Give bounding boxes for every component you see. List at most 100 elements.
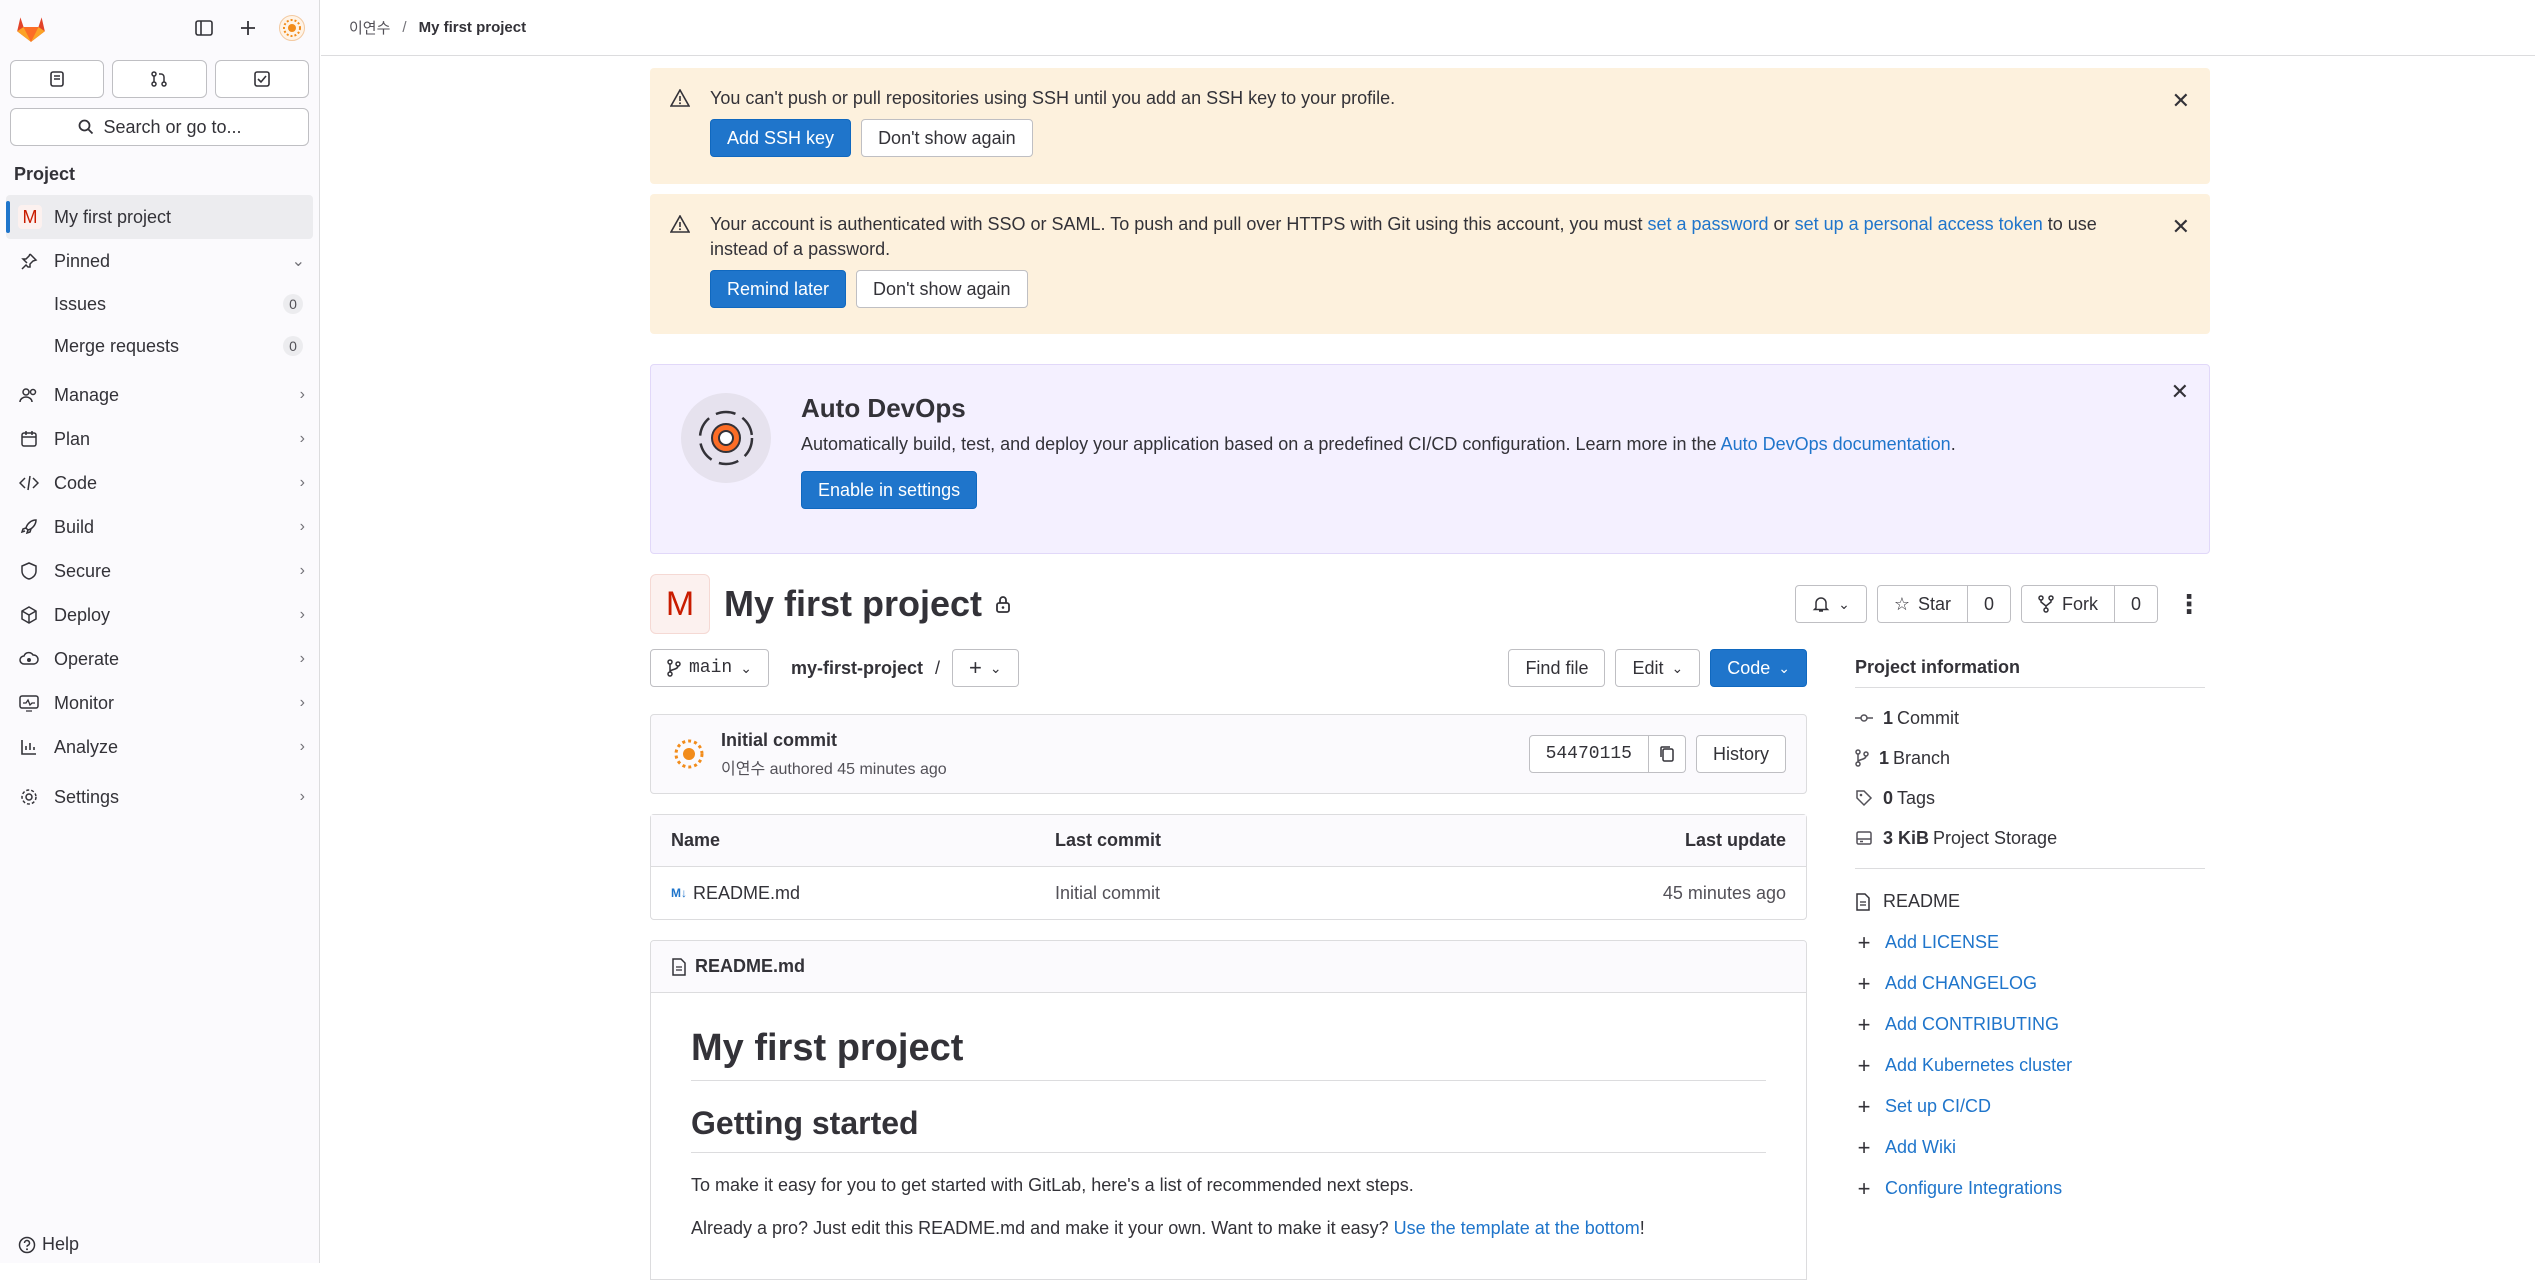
search-button[interactable]: Search or go to... <box>10 108 309 146</box>
breadcrumb-project[interactable]: My first project <box>419 19 527 36</box>
add-contributing-link[interactable]: + Add CONTRIBUTING <box>1855 1004 2205 1045</box>
table-row[interactable]: M↓ README.md Initial commit 45 minutes a… <box>651 867 1806 919</box>
remind-later-button[interactable]: Remind later <box>710 270 847 308</box>
deploy-icon <box>18 604 40 626</box>
repo-path-link[interactable]: my-first-project <box>791 658 923 679</box>
star-count[interactable]: 0 <box>1967 585 2011 623</box>
configure-integrations-link[interactable]: + Configure Integrations <box>1855 1168 2205 1209</box>
add-wiki-link[interactable]: + Add Wiki <box>1855 1127 2205 1168</box>
user-avatar[interactable] <box>279 15 305 41</box>
commit-author-link[interactable]: 이연수 <box>721 761 765 778</box>
devops-text-part: Automatically build, test, and deploy yo… <box>801 434 1721 454</box>
sidebar-item-operate[interactable]: Operate › <box>0 637 319 681</box>
set-password-link[interactable]: set a password <box>1647 214 1768 234</box>
readme-file-link[interactable]: README.md <box>695 956 805 977</box>
sidebar-item-label: Secure <box>54 560 112 581</box>
sidebar-item-code[interactable]: Code › <box>0 461 319 505</box>
sidebar-item-analyze[interactable]: Analyze › <box>0 725 319 769</box>
search-label: Search or go to... <box>103 116 242 137</box>
sidebar-item-merge-requests[interactable]: Merge requests 0 <box>0 325 319 367</box>
dont-show-again-button[interactable]: Don't show again <box>861 119 1033 157</box>
fork-button[interactable]: Fork <box>2020 585 2115 623</box>
storage-stat[interactable]: 3 KiB Project Storage <box>1855 818 2205 858</box>
sidebar: Search or go to... Project M My first pr… <box>0 0 320 1263</box>
dont-show-again-button[interactable]: Don't show again <box>856 270 1028 308</box>
readme-text-part: Already a pro? Just edit this README.md … <box>691 1218 1394 1238</box>
breadcrumb-separator: / <box>402 19 407 36</box>
more-actions-icon[interactable]: ⋮ <box>2168 589 2210 620</box>
add-license-link[interactable]: + Add LICENSE <box>1855 922 2205 963</box>
star-icon: ☆ <box>1893 593 1910 614</box>
main-content: You can't push or pull repositories usin… <box>650 68 2210 1280</box>
history-button[interactable]: History <box>1695 735 1786 773</box>
commit-sha[interactable]: 54470115 <box>1528 735 1649 773</box>
column-header: Last update <box>1684 830 1786 850</box>
branch-selector[interactable]: main ⌄ <box>650 649 769 687</box>
chevron-down-icon: ⌄ <box>740 659 752 676</box>
toggle-sidebar-icon[interactable] <box>191 15 217 41</box>
add-to-tree-button[interactable]: + ⌄ <box>952 649 1019 687</box>
sidebar-item-build[interactable]: Build › <box>0 505 319 549</box>
last-commit-box: Initial commit 이연수 authored 45 minutes a… <box>650 714 1807 794</box>
cloud-gear-icon <box>18 648 40 670</box>
merge-requests-button[interactable] <box>112 60 207 98</box>
chevron-right-icon: › <box>299 430 305 447</box>
add-changelog-link[interactable]: + Add CHANGELOG <box>1855 963 2205 1004</box>
devops-docs-link[interactable]: Auto DevOps documentation <box>1721 434 1951 454</box>
sso-alert-text: Your account is authenticated with SSO o… <box>710 212 2150 262</box>
readme-link[interactable]: README <box>1855 881 2205 922</box>
copy-sha-button[interactable] <box>1648 735 1686 773</box>
star-button[interactable]: ☆ Star <box>1876 585 1968 623</box>
devops-text: Automatically build, test, and deploy yo… <box>801 434 2209 455</box>
sidebar-item-pinned[interactable]: Pinned ⌄ <box>0 239 319 283</box>
setup-cicd-link[interactable]: + Set up CI/CD <box>1855 1086 2205 1127</box>
close-icon[interactable]: ✕ <box>2172 214 2190 239</box>
notifications-button[interactable]: ⌄ <box>1795 585 1867 623</box>
sidebar-item-label: Issues <box>54 293 107 314</box>
sidebar-item-issues[interactable]: Issues 0 <box>0 283 319 325</box>
todo-list-button[interactable] <box>214 60 309 98</box>
sidebar-item-label: Merge requests <box>54 335 180 356</box>
sidebar-item-deploy[interactable]: Deploy › <box>0 593 319 637</box>
project-header: M My first project ⌄ ☆ Star 0 Fork 0 ⋮ <box>650 574 2210 634</box>
tags-stat[interactable]: 0 Tags <box>1855 778 2205 818</box>
commit-title-link[interactable]: Initial commit <box>721 730 947 751</box>
commit-author-avatar[interactable] <box>671 736 707 772</box>
file-icon <box>1856 892 1870 911</box>
gitlab-logo-icon[interactable] <box>14 11 48 45</box>
sidebar-item-settings[interactable]: Settings › <box>0 775 319 819</box>
close-icon[interactable]: ✕ <box>2171 379 2189 405</box>
link-label: Set up CI/CD <box>1885 1096 1992 1116</box>
sidebar-item-project[interactable]: M My first project <box>6 195 313 239</box>
template-link[interactable]: Use the template at the bottom <box>1394 1218 1640 1238</box>
find-file-button[interactable]: Find file <box>1508 649 1606 687</box>
close-icon[interactable]: ✕ <box>2172 88 2190 113</box>
sidebar-item-plan[interactable]: Plan › <box>0 417 319 461</box>
sidebar-item-manage[interactable]: Manage › <box>0 373 319 417</box>
add-ssh-key-button[interactable]: Add SSH key <box>710 119 852 157</box>
help-button[interactable]: Help <box>18 1234 79 1255</box>
fork-count[interactable]: 0 <box>2114 585 2158 623</box>
file-last-commit-link[interactable]: Initial commit <box>1055 883 1663 904</box>
edit-dropdown-button[interactable]: Edit ⌄ <box>1615 649 1701 687</box>
breadcrumb-user[interactable]: 이연수 <box>349 17 390 38</box>
file-name-link[interactable]: README.md <box>693 883 800 904</box>
create-new-icon[interactable] <box>235 15 261 41</box>
chevron-right-icon: › <box>299 386 305 403</box>
sidebar-item-monitor[interactable]: Monitor › <box>0 681 319 725</box>
add-kubernetes-cluster-link[interactable]: + Add Kubernetes cluster <box>1855 1045 2205 1086</box>
sidebar-item-secure[interactable]: Secure › <box>0 549 319 593</box>
warning-icon <box>670 89 690 107</box>
chevron-down-icon: ⌄ <box>1838 595 1850 612</box>
code-dropdown-button[interactable]: Code ⌄ <box>1710 649 1807 687</box>
chevron-right-icon: › <box>299 518 305 535</box>
calendar-icon <box>18 428 40 450</box>
assigned-issues-button[interactable] <box>10 60 105 98</box>
devops-text-part: . <box>1950 434 1956 454</box>
bell-icon <box>1812 597 1830 612</box>
personal-access-token-link[interactable]: set up a personal access token <box>1795 214 2043 234</box>
enable-in-settings-button[interactable]: Enable in settings <box>801 471 978 509</box>
commits-stat[interactable]: 1 Commit <box>1855 698 2205 738</box>
branches-stat[interactable]: 1 Branch <box>1855 738 2205 778</box>
branch-icon <box>667 659 681 677</box>
